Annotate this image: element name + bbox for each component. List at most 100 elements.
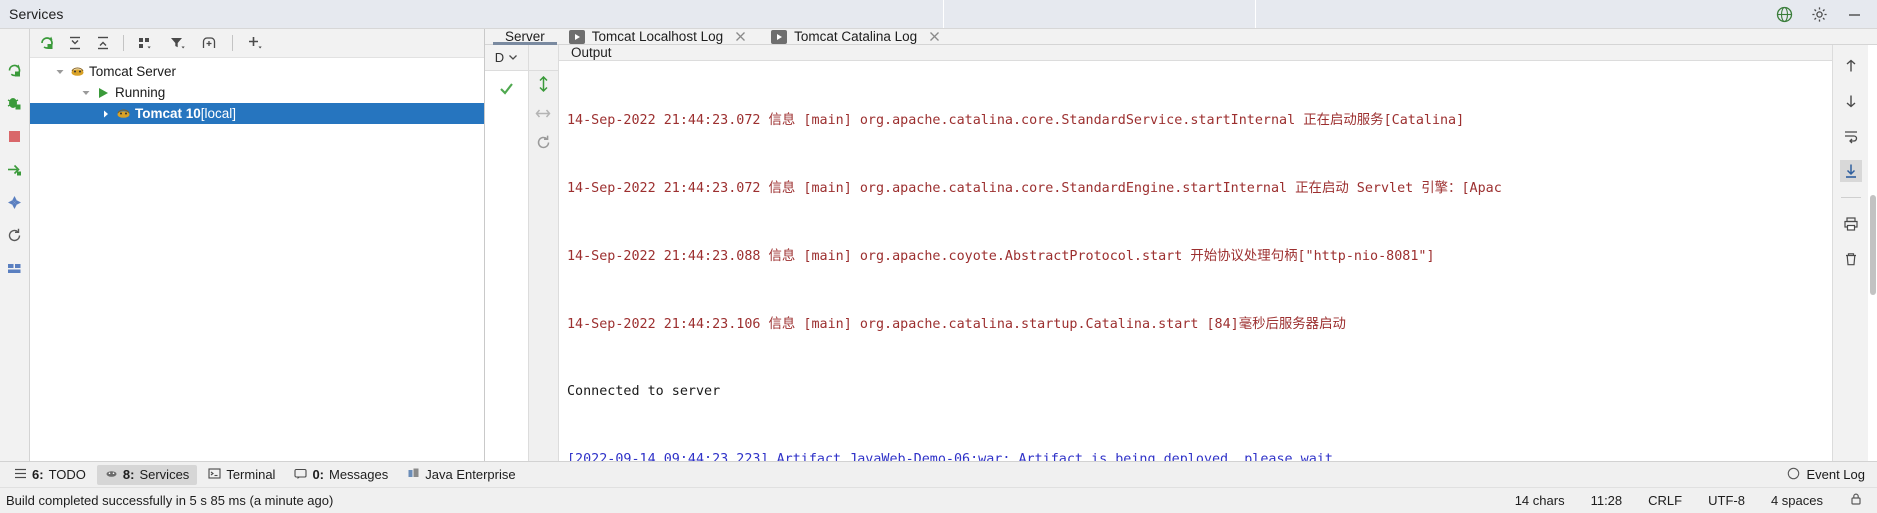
- console-tab-bar: Server Tomcat Localhost Log Tomcat Catal…: [485, 29, 1877, 45]
- close-icon[interactable]: [928, 30, 941, 43]
- tab-tomcat-localhost-log[interactable]: Tomcat Localhost Log: [557, 29, 759, 44]
- chevron-right-icon[interactable]: [98, 106, 114, 122]
- collapse-all-icon[interactable]: [90, 31, 116, 55]
- tab-server[interactable]: Server: [493, 29, 557, 45]
- rerun-circle-icon[interactable]: [535, 134, 552, 154]
- char-count: 14 chars: [1514, 493, 1565, 508]
- services-tool-window: Services Tomcat Server Running Tomcat 10…: [0, 0, 1877, 513]
- tree-node-tomcat-server[interactable]: Tomcat Server: [30, 61, 484, 82]
- title-divider-1: [943, 0, 944, 28]
- console-log[interactable]: 14-Sep-2022 21:44:23.072 信息 [main] org.a…: [559, 61, 1832, 461]
- tool-button-services[interactable]: 8: Services: [96, 464, 198, 485]
- scroll-up-icon[interactable]: [1840, 55, 1862, 77]
- lock-icon[interactable]: [1849, 492, 1863, 509]
- grid-icon[interactable]: [6, 259, 24, 277]
- clear-all-icon[interactable]: [1840, 248, 1862, 270]
- expand-all-icon[interactable]: [62, 31, 88, 55]
- add-service-icon[interactable]: [240, 31, 270, 55]
- tool-button-messages[interactable]: 0: Messages: [286, 465, 396, 485]
- todo-icon: [14, 467, 27, 483]
- check-green-icon: [499, 81, 514, 99]
- scrollbar-thumb[interactable]: [1870, 195, 1876, 295]
- tool-button-index: 6:: [32, 467, 44, 482]
- step-into-icon[interactable]: [535, 105, 552, 125]
- tree-node-tomcat-10-local[interactable]: Tomcat 10 [local]: [30, 103, 484, 124]
- console-vertical-scrollbar[interactable]: [1868, 45, 1877, 461]
- tool-button-label: Java Enterprise: [425, 467, 516, 482]
- tool-button-todo[interactable]: 6: TODO: [6, 465, 94, 485]
- tomcat-icon: [68, 64, 86, 79]
- gear-icon[interactable]: [1811, 6, 1828, 23]
- gutter-status-icons: [485, 71, 528, 461]
- output-header: Output: [559, 45, 1832, 61]
- event-log-button[interactable]: Event Log: [1787, 467, 1877, 483]
- indent[interactable]: 4 spaces: [1771, 493, 1823, 508]
- close-icon[interactable]: [734, 30, 747, 43]
- caret-position[interactable]: 11:28: [1591, 493, 1623, 508]
- tree-node-suffix: [local]: [200, 106, 237, 121]
- output-header-label: Output: [571, 45, 612, 60]
- run-green-icon: [94, 86, 112, 100]
- globe-icon[interactable]: [1776, 6, 1793, 23]
- console-pane: Server Tomcat Localhost Log Tomcat Catal…: [485, 29, 1877, 461]
- services-tree-pane: Tomcat Server Running Tomcat 10 [local]: [30, 29, 485, 461]
- stop-icon[interactable]: [6, 127, 24, 145]
- line-separator[interactable]: CRLF: [1648, 493, 1682, 508]
- tab-tomcat-catalina-log[interactable]: Tomcat Catalina Log: [759, 29, 953, 44]
- refresh-icon[interactable]: [6, 226, 24, 244]
- tab-label: Tomcat Localhost Log: [591, 29, 724, 44]
- main-area: Tomcat Server Running Tomcat 10 [local] …: [0, 28, 1877, 461]
- filter-icon[interactable]: [163, 31, 193, 55]
- title-divider-2: [1255, 0, 1256, 28]
- console-output-column: Output 14-Sep-2022 21:44:23.072 信息 [main…: [559, 45, 1832, 461]
- minimize-icon[interactable]: [1846, 6, 1863, 23]
- tomcat-icon: [114, 106, 132, 121]
- scroll-to-end-icon[interactable]: [1839, 160, 1862, 182]
- log-line: 14-Sep-2022 21:44:23.088 信息 [main] org.a…: [567, 248, 1435, 264]
- java-enterprise-icon: [407, 467, 420, 483]
- window-title: Services: [9, 6, 64, 22]
- tool-button-label: Terminal: [226, 467, 276, 482]
- chevron-down-icon[interactable]: [508, 50, 518, 65]
- rerun-icon[interactable]: [6, 61, 24, 79]
- rerun-service-icon[interactable]: [34, 31, 60, 55]
- group-by-icon[interactable]: [131, 31, 161, 55]
- soft-wrap-icon[interactable]: [1840, 125, 1862, 147]
- tool-button-terminal[interactable]: Terminal: [200, 465, 283, 485]
- tool-button-label: Messages: [329, 467, 389, 482]
- tool-button-index: 8:: [122, 467, 135, 482]
- debug-icon[interactable]: [6, 94, 24, 112]
- step-over-icon[interactable]: [535, 75, 552, 96]
- terminal-icon: [208, 467, 221, 483]
- add-tab-icon[interactable]: [195, 31, 225, 55]
- run-actions-strip: [0, 29, 30, 461]
- tree-node-label: Running: [115, 85, 166, 100]
- chevron-down-icon[interactable]: [52, 64, 68, 80]
- chevron-down-icon[interactable]: [78, 85, 94, 101]
- gutter-action-icons: [529, 71, 558, 461]
- console-body: D Output 14-Sep-2022 21:44:23.072 信息 [ma…: [485, 45, 1877, 461]
- status-bar: Build completed successfully in 5 s 85 m…: [0, 487, 1877, 513]
- tab-label: Tomcat Catalina Log: [794, 29, 918, 44]
- encoding[interactable]: UTF-8: [1708, 493, 1745, 508]
- redeploy-icon[interactable]: [6, 160, 24, 178]
- console-side-actions: [1832, 45, 1868, 461]
- tool-button-index: 0:: [312, 467, 324, 482]
- event-log-label: Event Log: [1806, 467, 1865, 482]
- print-icon[interactable]: [1840, 213, 1862, 235]
- tree-node-running[interactable]: Running: [30, 82, 484, 103]
- log-line: 14-Sep-2022 21:44:23.106 信息 [main] org.a…: [567, 316, 1346, 332]
- tree-node-label: Tomcat Server: [89, 64, 177, 79]
- debug-selector-label: D: [494, 50, 505, 65]
- tool-button-java-enterprise[interactable]: Java Enterprise: [399, 465, 523, 485]
- debug-selector[interactable]: D: [485, 45, 528, 71]
- log-line: Connected to server: [567, 384, 721, 400]
- gutter-header-spacer: [529, 45, 558, 71]
- tree-toolbar: [30, 29, 484, 58]
- toolbar-separator-2: [232, 35, 233, 51]
- services-tree[interactable]: Tomcat Server Running Tomcat 10 [local]: [30, 58, 484, 461]
- tool-button-label: TODO: [48, 467, 86, 482]
- update-icon[interactable]: [6, 193, 24, 211]
- run-config-icon: [771, 29, 788, 44]
- scroll-down-icon[interactable]: [1840, 90, 1862, 112]
